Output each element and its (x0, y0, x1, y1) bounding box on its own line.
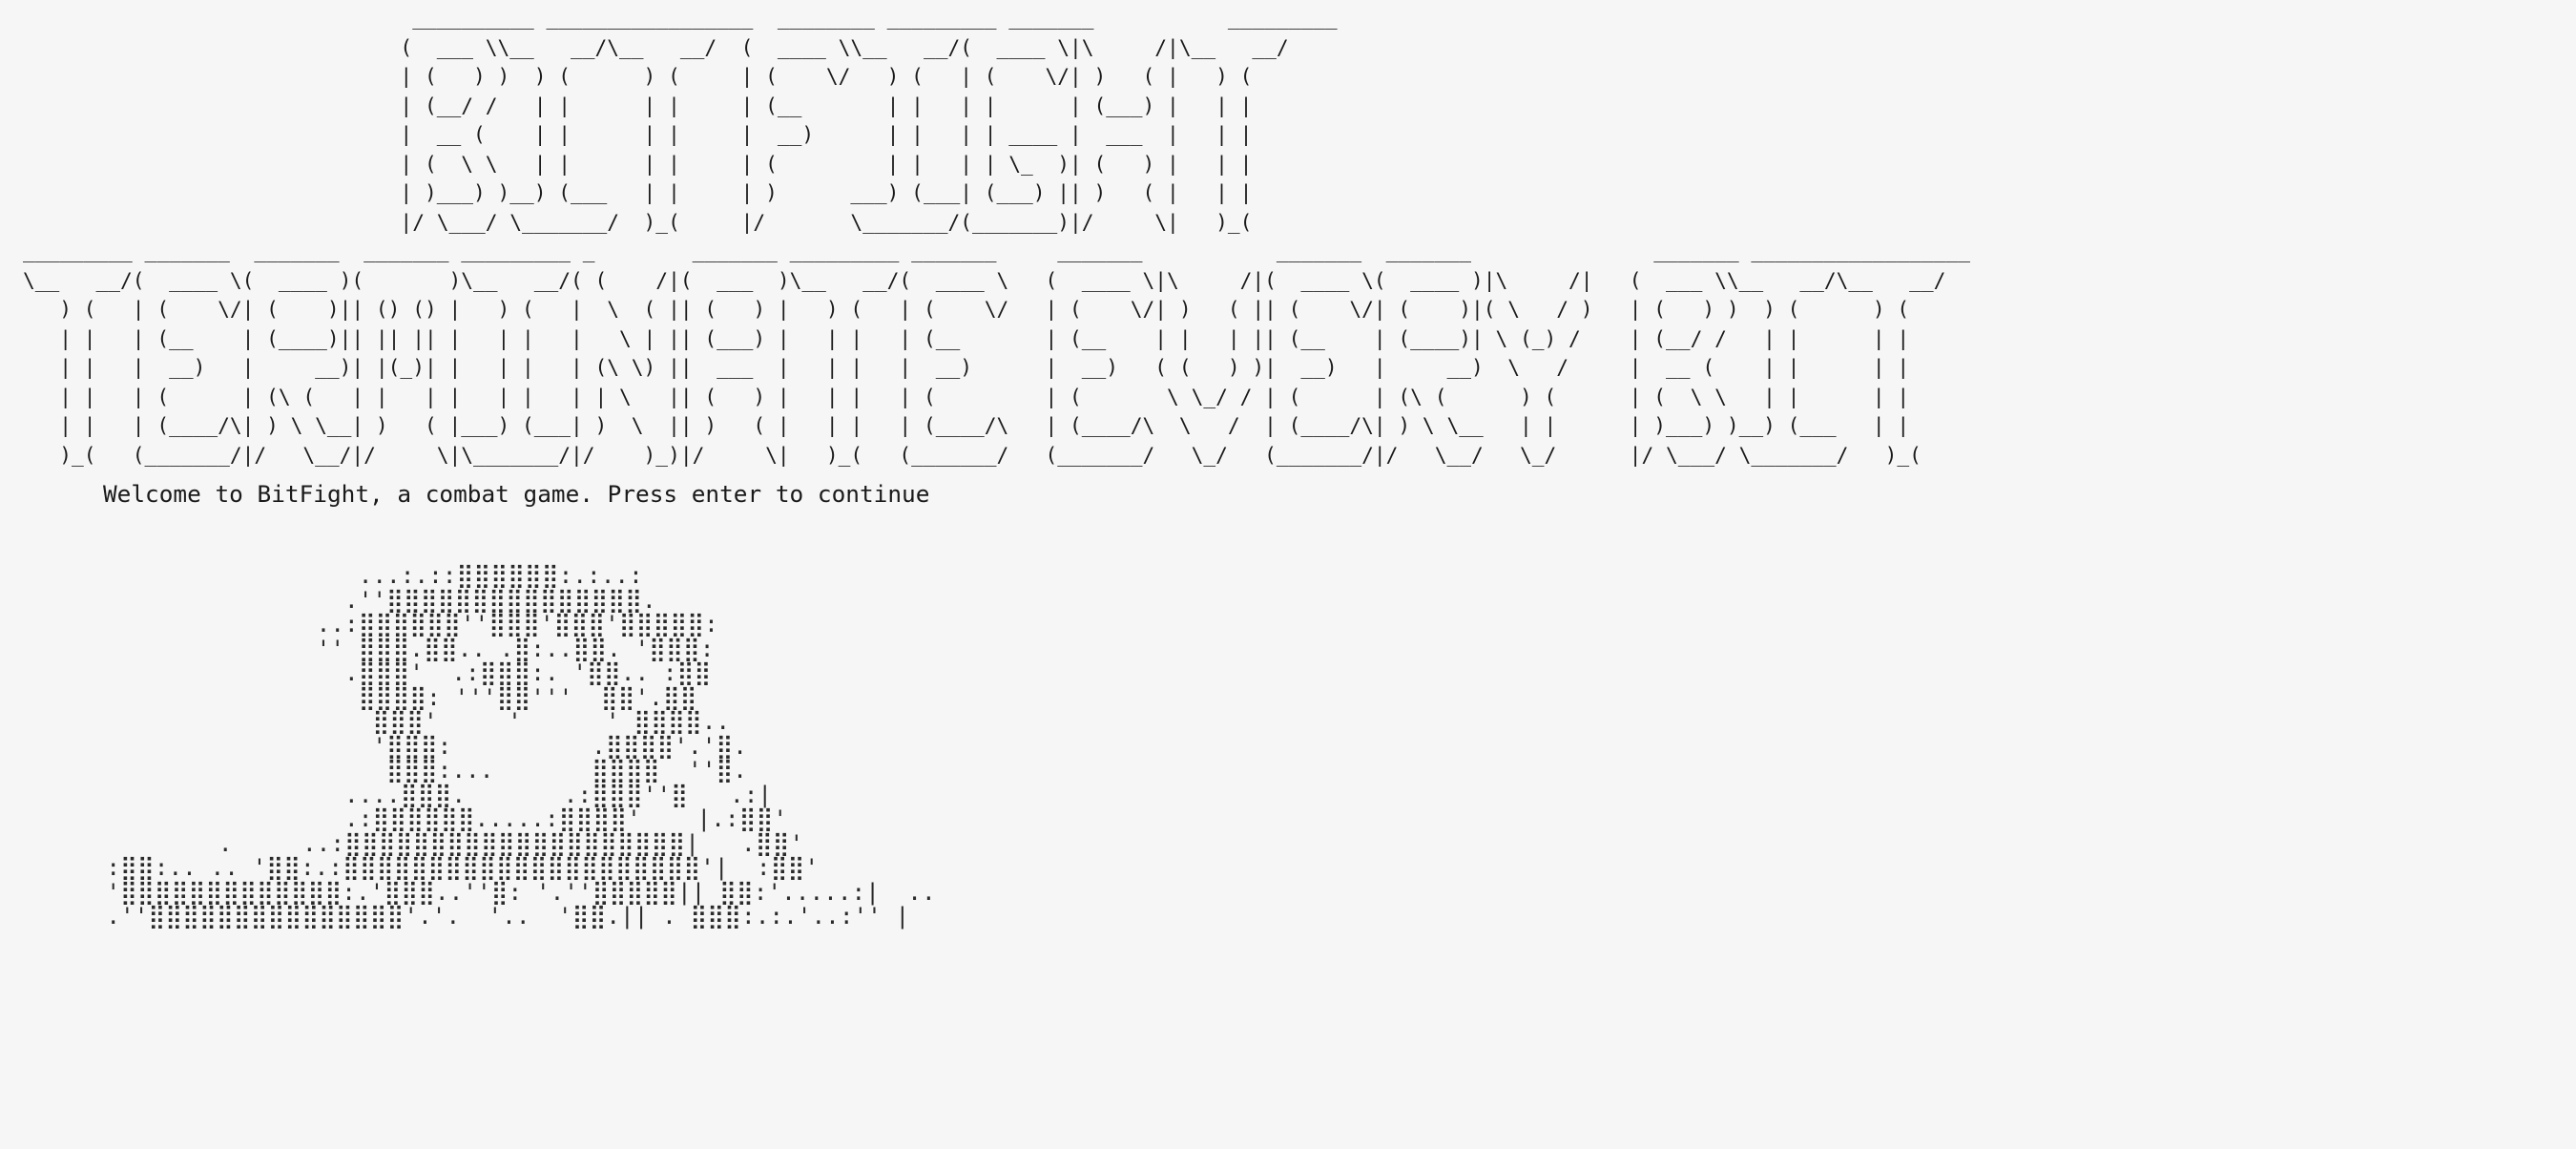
welcome-message: Welcome to BitFight, a combat game. Pres… (103, 480, 930, 508)
terminal-window[interactable]: __________ _________________ ________ __… (0, 0, 2576, 1149)
ascii-portrait-image: ...:.::⣿⣿⣿⣿⣿⣿:.:..: .''⣿⣿⣿⣿⣿⣿⣿⣿⣿⣿⣿⣿⣿⣿⣿. … (106, 561, 936, 930)
ascii-title-banner: __________ _________________ ________ __… (23, 6, 1970, 467)
